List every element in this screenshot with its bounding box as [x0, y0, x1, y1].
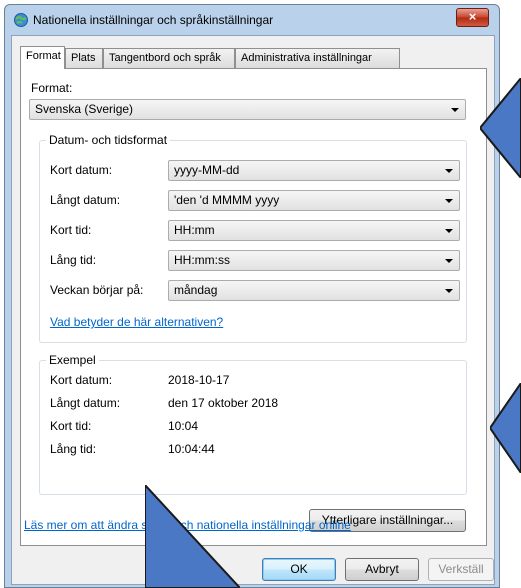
long-date-value: 'den 'd MMMM yyyy: [174, 193, 280, 207]
example-long-time-value: 10:04:44: [168, 442, 215, 456]
short-time-value: HH:mm: [174, 223, 215, 237]
short-time-label: Kort tid:: [50, 223, 92, 237]
dialog-client: Format Plats Tangentbord och språk Admin…: [11, 35, 495, 585]
week-start-label: Veckan börjar på:: [50, 283, 144, 297]
example-group: Exempel Kort datum: 2018-10-17 Långt dat…: [39, 353, 467, 495]
format-label: Format:: [31, 81, 73, 95]
example-short-time-label: Kort tid:: [50, 419, 92, 433]
long-time-value: HH:mm:ss: [174, 253, 230, 267]
annotation-arrow-bottom-diagonal: [145, 485, 240, 588]
week-start-value: måndag: [174, 283, 218, 297]
datetime-group: Datum- och tidsformat Kort datum: yyyy-M…: [39, 133, 467, 343]
chevron-down-icon: [445, 229, 453, 233]
datetime-group-title: Datum- och tidsformat: [46, 133, 171, 147]
chevron-down-icon: [445, 289, 453, 293]
long-time-select[interactable]: HH:mm:ss: [168, 250, 460, 271]
example-short-date-value: 2018-10-17: [168, 373, 230, 387]
example-long-time-label: Lång tid:: [50, 442, 97, 456]
chevron-down-icon: [451, 108, 459, 112]
long-time-label: Lång tid:: [50, 253, 97, 267]
example-short-time-value: 10:04: [168, 419, 199, 433]
close-button[interactable]: ×: [456, 8, 489, 27]
title-bar: Nationella inställningar och språkinstäl…: [5, 5, 499, 33]
short-time-select[interactable]: HH:mm: [168, 220, 460, 241]
tab-plats[interactable]: Plats: [65, 48, 103, 68]
format-value: Svenska (Sverige): [35, 102, 134, 116]
tab-administrativa[interactable]: Administrativa inställningar: [235, 48, 400, 68]
close-icon: ×: [468, 9, 477, 24]
help-link[interactable]: Vad betyder de här alternativen?: [50, 315, 223, 329]
example-short-date-label: Kort datum:: [50, 373, 113, 387]
short-date-select[interactable]: yyyy-MM-dd: [168, 160, 460, 181]
example-long-date-value: den 17 oktober 2018: [168, 396, 279, 410]
long-date-select[interactable]: 'den 'd MMMM yyyy: [168, 190, 460, 211]
short-date-label: Kort datum:: [50, 163, 113, 177]
dialog-window: Nationella inställningar och språkinstäl…: [4, 4, 500, 588]
chevron-down-icon: [445, 199, 453, 203]
annotation-arrow-right-bottom: [490, 383, 521, 473]
week-start-select[interactable]: måndag: [168, 280, 460, 301]
tab-tangentbord[interactable]: Tangentbord och språk: [103, 48, 235, 68]
chevron-down-icon: [445, 169, 453, 173]
format-panel: Format: Svenska (Sverige) Datum- och tid…: [20, 68, 487, 546]
globe-icon: [14, 13, 28, 27]
chevron-down-icon: [445, 259, 453, 263]
format-select[interactable]: Svenska (Sverige): [29, 99, 466, 120]
example-group-title: Exempel: [46, 353, 99, 367]
long-date-label: Långt datum:: [50, 193, 121, 207]
ok-button[interactable]: OK: [262, 558, 336, 581]
tab-format[interactable]: Format: [20, 46, 65, 69]
window-title: Nationella inställningar och språkinstäl…: [33, 13, 274, 27]
cancel-button[interactable]: Avbryt: [345, 558, 419, 581]
apply-button[interactable]: Verkställ: [428, 558, 494, 581]
annotation-arrow-right-top: [480, 78, 521, 178]
example-long-date-label: Långt datum:: [50, 396, 121, 410]
short-date-value: yyyy-MM-dd: [174, 163, 240, 177]
